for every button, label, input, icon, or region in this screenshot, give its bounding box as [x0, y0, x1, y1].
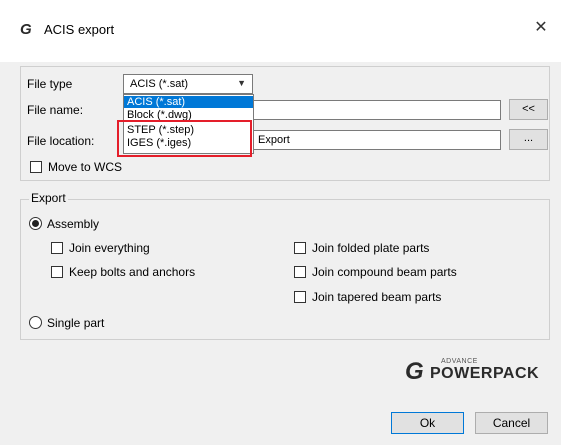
join-folded-plate-label: Join folded plate parts [312, 241, 430, 255]
assembly-radio-dot [32, 220, 39, 227]
title-bar: G ACIS export ✕ [0, 0, 561, 62]
file-type-select[interactable]: ACIS (*.sat) ▼ [123, 74, 253, 94]
ok-button-label: Ok [419, 416, 436, 430]
move-to-wcs-checkbox[interactable] [30, 161, 42, 173]
file-location-browse-button[interactable]: ... [509, 129, 548, 150]
keep-bolts-checkbox[interactable] [51, 266, 63, 278]
file-type-selected-value: ACIS (*.sat) [130, 78, 189, 90]
assembly-radio[interactable] [29, 217, 42, 230]
single-part-label: Single part [47, 316, 105, 330]
export-group-label: Export [29, 191, 68, 205]
join-folded-plate-checkbox[interactable] [294, 242, 306, 254]
file-name-insert-button-label: << [522, 103, 535, 115]
assembly-label: Assembly [47, 217, 100, 231]
close-icon[interactable]: ✕ [530, 17, 552, 39]
brand-advance-text: ADVANCE [441, 358, 478, 365]
keep-bolts-label: Keep bolts and anchors [69, 265, 196, 279]
file-type-option-acis[interactable]: ACIS (*.sat) [124, 96, 253, 108]
acis-export-dialog: G ACIS export ✕ File type ACIS (*.sat) ▼… [0, 0, 561, 445]
chevron-down-icon: ▼ [237, 78, 246, 88]
join-compound-beam-label: Join compound beam parts [312, 265, 457, 279]
file-name-label: File name: [27, 103, 84, 117]
join-everything-label: Join everything [69, 241, 150, 255]
file-location-label: File location: [27, 134, 95, 148]
move-to-wcs-label: Move to WCS [48, 160, 123, 174]
cancel-button-label: Cancel [492, 416, 531, 430]
single-part-radio[interactable] [29, 316, 42, 329]
file-location-browse-button-label: ... [523, 132, 534, 144]
file-location-value: Export [258, 134, 290, 146]
powerpack-logo-icon: G [405, 358, 424, 385]
highlight-annotation-box [117, 120, 252, 157]
join-tapered-beam-checkbox[interactable] [294, 291, 306, 303]
cancel-button[interactable]: Cancel [475, 412, 548, 434]
file-type-label: File type [27, 77, 73, 91]
join-tapered-beam-label: Join tapered beam parts [312, 290, 442, 304]
ok-button[interactable]: Ok [391, 412, 464, 434]
brand-powerpack-text: POWERPACK [430, 365, 540, 382]
file-name-insert-button[interactable]: << [509, 99, 548, 120]
app-logo-icon: G [20, 21, 32, 38]
file-name-input[interactable] [253, 100, 501, 120]
join-compound-beam-checkbox[interactable] [294, 266, 306, 278]
file-location-input[interactable]: Export [253, 130, 501, 150]
window-title: ACIS export [44, 22, 115, 37]
join-everything-checkbox[interactable] [51, 242, 63, 254]
